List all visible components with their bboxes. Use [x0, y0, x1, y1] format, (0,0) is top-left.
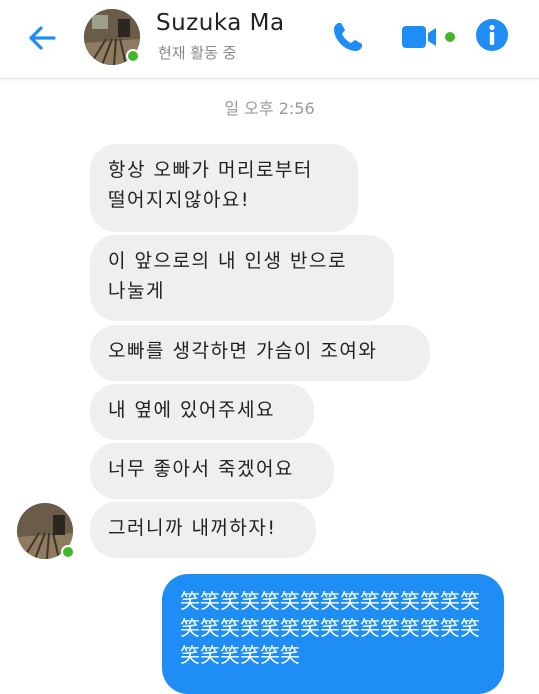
message-text: 笑笑笑笑笑笑笑笑笑笑笑笑笑笑笑笑笑笑笑笑笑笑笑笑笑笑笑笑笑笑笑笑笑笑笑笑	[180, 589, 480, 667]
contact-avatar[interactable]	[84, 9, 140, 65]
sender-avatar[interactable]	[17, 503, 75, 559]
message-text: 이 앞으로의 내 인생 반으로	[108, 250, 347, 272]
received-message[interactable]: 그러니까 내꺼하자!	[90, 502, 316, 558]
back-button[interactable]	[22, 18, 62, 58]
received-message[interactable]: 너무 좋아서 죽겠어요	[90, 443, 334, 499]
message-text: 나눌게	[108, 280, 165, 302]
message-timestamp: 일 오후 2:56	[224, 99, 315, 118]
video-call-button[interactable]	[400, 20, 458, 54]
message-text: 내 옆에 있어주세요	[108, 399, 275, 421]
received-message[interactable]: 내 옆에 있어주세요	[90, 384, 314, 440]
received-message[interactable]: 항상 오빠가 머리로부터 떨어지지않아요!	[90, 144, 358, 232]
message-text: 오빠를 생각하면 가슴이 조여와	[108, 340, 378, 362]
video-camera-icon	[402, 26, 455, 48]
sent-message[interactable]: 笑笑笑笑笑笑笑笑笑笑笑笑笑笑笑笑笑笑笑笑笑笑笑笑笑笑笑笑笑笑笑笑笑笑笑笑	[162, 574, 504, 694]
online-indicator	[126, 49, 140, 63]
active-status: 현재 활동 중	[158, 44, 237, 62]
info-button[interactable]	[474, 17, 510, 53]
voice-call-button[interactable]	[328, 17, 368, 57]
back-arrow-icon	[29, 26, 56, 50]
received-message[interactable]: 이 앞으로의 내 인생 반으로 나눌게	[90, 235, 394, 321]
info-icon	[476, 19, 508, 51]
online-indicator	[61, 545, 75, 559]
received-message[interactable]: 오빠를 생각하면 가슴이 조여와	[90, 325, 430, 381]
phone-icon	[334, 23, 362, 51]
chat-header: Suzuka Ma 현재 활동 중	[0, 0, 539, 79]
contact-name[interactable]: Suzuka Ma	[156, 10, 285, 36]
message-text: 너무 좋아서 죽겠어요	[108, 458, 294, 480]
message-text: 항상 오빠가 머리로부터	[108, 159, 313, 181]
message-text: 떨어지지않아요!	[108, 189, 250, 211]
message-text: 그러니까 내꺼하자!	[108, 517, 277, 539]
